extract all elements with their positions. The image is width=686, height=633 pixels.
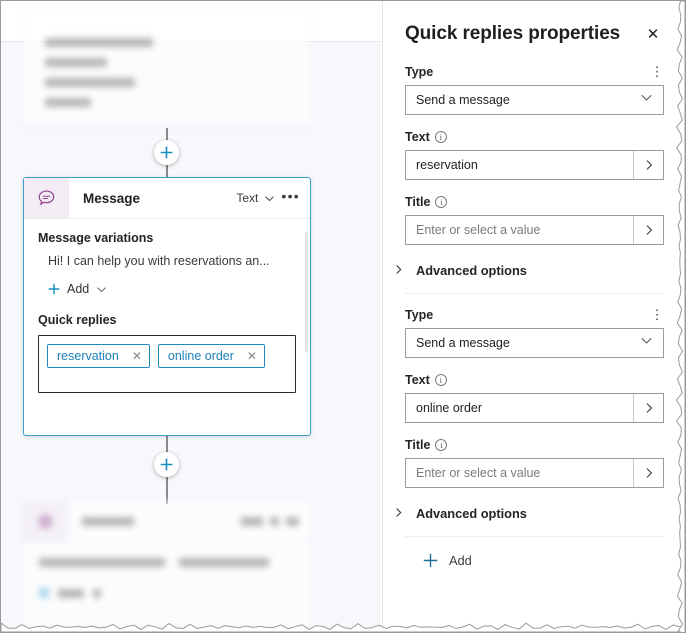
text-input-value-1: reservation: [416, 158, 478, 172]
title-input-2[interactable]: Enter or select a value: [405, 458, 664, 488]
text-label-row-1: Text i: [405, 130, 664, 144]
quick-reply-group-1: Type ⋮ Send a message Text i reservation…: [396, 47, 664, 294]
info-icon[interactable]: i: [434, 374, 447, 386]
text-label: Text i: [405, 130, 447, 144]
close-icon[interactable]: ✕: [132, 350, 142, 362]
chevron-down-icon: [640, 91, 663, 109]
app-window: Message Text ••• Message variations Hi! …: [0, 0, 686, 633]
title-input-placeholder-1: Enter or select a value: [416, 223, 541, 237]
title-input-1[interactable]: Enter or select a value: [405, 215, 664, 245]
message-variations-label: Message variations: [38, 231, 154, 245]
quick-replies-properties-panel: Quick replies properties ✕ Type ⋮ Send a…: [382, 1, 685, 632]
info-icon[interactable]: i: [434, 131, 447, 143]
title-label-text: Title: [405, 438, 431, 452]
page-title: Quick replies properties: [405, 23, 621, 44]
canvas-topbar: [1, 1, 381, 42]
chevron-down-icon[interactable]: [96, 284, 107, 295]
type-label-row-1: Type ⋮: [405, 65, 664, 79]
message-node[interactable]: Message Text ••• Message variations Hi! …: [23, 177, 311, 436]
text-label: Text i: [405, 373, 447, 387]
next-node-faded: [23, 501, 311, 627]
quick-reply-chip-label: reservation: [57, 349, 119, 363]
text-input-value-2: online order: [416, 401, 483, 415]
message-node-body: Message variations Hi! I can help you wi…: [24, 219, 310, 393]
quick-replies-container[interactable]: reservation ✕ online order ✕: [38, 335, 296, 393]
node-type-label[interactable]: Text: [236, 191, 258, 205]
node-scrollbar[interactable]: [305, 232, 308, 352]
title-label-row-1: Title i: [405, 195, 664, 209]
chevron-right-icon: [393, 264, 403, 278]
chevron-right-icon[interactable]: [633, 459, 663, 487]
plus-icon: [48, 283, 60, 295]
advanced-options-toggle-2[interactable]: Advanced options: [393, 488, 664, 521]
type-dropdown-2[interactable]: Send a message: [405, 328, 664, 358]
type-label: Type: [405, 308, 434, 322]
info-icon[interactable]: i: [435, 439, 448, 451]
chevron-down-icon: [640, 334, 663, 352]
message-node-title: Message: [83, 190, 141, 206]
close-icon[interactable]: ✕: [247, 350, 257, 362]
add-node-button-top[interactable]: [154, 140, 179, 165]
title-input-placeholder-2: Enter or select a value: [416, 466, 541, 480]
info-icon[interactable]: i: [435, 196, 448, 208]
text-label-row-2: Text i: [405, 373, 664, 387]
quick-replies-label: Quick replies: [38, 313, 117, 327]
group-overflow-menu-1[interactable]: ⋮: [650, 65, 664, 78]
type-dropdown-value-1: Send a message: [416, 93, 510, 107]
authoring-canvas-pane: Message Text ••• Message variations Hi! …: [1, 1, 381, 632]
type-dropdown-1[interactable]: Send a message: [405, 85, 664, 115]
add-quick-reply-label: Add: [449, 553, 472, 568]
chevron-right-icon: [393, 507, 403, 521]
add-variation-label: Add: [67, 282, 90, 296]
type-dropdown-value-2: Send a message: [416, 336, 510, 350]
quick-reply-chip-label: online order: [167, 349, 234, 363]
text-label-text: Text: [405, 130, 430, 144]
add-node-button-bottom[interactable]: [154, 452, 179, 477]
plus-icon: [423, 553, 438, 568]
type-label: Type: [405, 65, 434, 79]
advanced-options-toggle-1[interactable]: Advanced options: [393, 245, 664, 278]
quick-reply-chip[interactable]: reservation ✕: [47, 344, 150, 368]
message-node-header-actions: Text •••: [236, 178, 310, 218]
add-quick-reply-button[interactable]: Add: [405, 537, 664, 568]
text-input-2[interactable]: online order: [405, 393, 664, 423]
message-bubble-icon: [24, 178, 69, 218]
panel-body: Type ⋮ Send a message Text i reservation…: [383, 47, 685, 568]
advanced-options-label-2: Advanced options: [416, 506, 527, 521]
chevron-right-icon[interactable]: [633, 216, 663, 244]
chevron-right-icon[interactable]: [633, 151, 663, 179]
add-variation-button[interactable]: Add: [48, 282, 296, 296]
title-label-text: Title: [405, 195, 431, 209]
text-input-1[interactable]: reservation: [405, 150, 664, 180]
group-overflow-menu-2[interactable]: ⋮: [650, 308, 664, 321]
canvas-surface[interactable]: Message Text ••• Message variations Hi! …: [1, 12, 381, 632]
advanced-options-label-1: Advanced options: [416, 263, 527, 278]
message-node-header: Message Text •••: [24, 178, 310, 219]
close-icon[interactable]: ✕: [640, 21, 666, 47]
title-label: Title i: [405, 195, 448, 209]
chevron-right-icon[interactable]: [633, 394, 663, 422]
text-label-text: Text: [405, 373, 430, 387]
title-label-row-2: Title i: [405, 438, 664, 452]
quick-reply-chip[interactable]: online order ✕: [157, 344, 265, 368]
node-more-menu-button[interactable]: •••: [281, 189, 300, 204]
title-label: Title i: [405, 438, 448, 452]
plus-icon: [160, 458, 173, 471]
panel-header: Quick replies properties ✕: [383, 1, 685, 47]
plus-icon: [160, 146, 173, 159]
chevron-down-icon[interactable]: [264, 193, 275, 204]
quick-reply-group-2: Type ⋮ Send a message Text i online orde…: [396, 294, 664, 537]
message-variation-text[interactable]: Hi! I can help you with reservations an.…: [48, 254, 296, 268]
type-label-row-2: Type ⋮: [405, 308, 664, 322]
